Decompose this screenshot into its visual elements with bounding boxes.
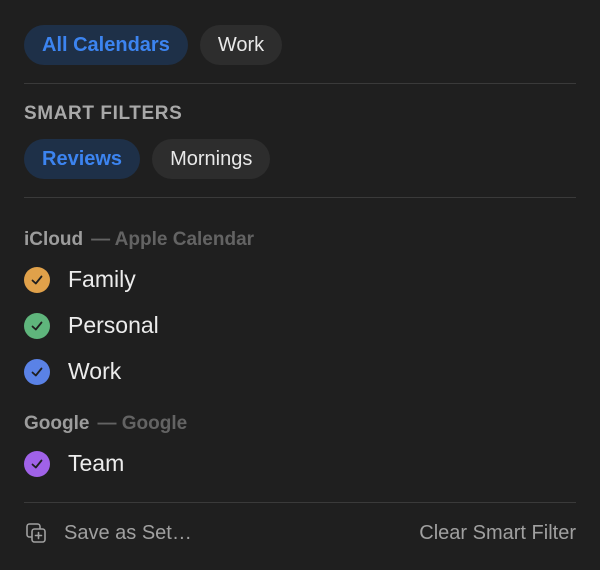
calendar-label: Work [68, 358, 122, 384]
account-name: Google [24, 413, 90, 434]
check-icon[interactable] [24, 266, 50, 293]
smart-filter-mornings[interactable]: Mornings [152, 139, 271, 179]
check-icon[interactable] [24, 312, 50, 339]
divider [24, 502, 576, 503]
set-pill-work[interactable]: Work [199, 25, 283, 65]
save-as-set-button[interactable]: Save as Set… [24, 521, 192, 545]
calendar-label: Personal [68, 312, 159, 338]
smart-filter-reviews[interactable]: Reviews [24, 139, 141, 179]
account-name: iCloud [24, 229, 84, 250]
account-provider: — Google [97, 413, 188, 434]
duplicate-plus-icon [26, 523, 46, 543]
calendar-item-team[interactable]: Team [24, 450, 124, 477]
footer: Save as Set… Clear Smart Filter [24, 515, 576, 551]
smart-filters-title: SMART FILTERS [24, 103, 183, 124]
smart-filter-pills: Reviews Mornings [24, 139, 271, 179]
calendar-item-work[interactable]: Work [24, 358, 121, 385]
calendar-set-pills: All Calendars Work [24, 25, 283, 65]
account-header-icloud: iCloud — Apple Calendar [24, 229, 254, 251]
divider [24, 197, 576, 198]
account-provider: — Apple Calendar [91, 229, 255, 250]
check-icon[interactable] [24, 450, 50, 477]
check-icon[interactable] [24, 358, 50, 385]
clear-smart-filter-button[interactable]: Clear Smart Filter [419, 522, 576, 545]
save-as-set-label: Save as Set… [64, 521, 192, 544]
calendar-label: Family [68, 266, 136, 292]
account-header-google: Google — Google [24, 413, 187, 435]
calendar-item-personal[interactable]: Personal [24, 312, 159, 339]
set-pill-all-calendars[interactable]: All Calendars [24, 25, 188, 65]
calendar-item-family[interactable]: Family [24, 266, 136, 293]
calendar-filter-panel: All Calendars Work SMART FILTERS Reviews… [0, 0, 600, 570]
divider [24, 83, 576, 84]
calendar-label: Team [68, 450, 125, 476]
